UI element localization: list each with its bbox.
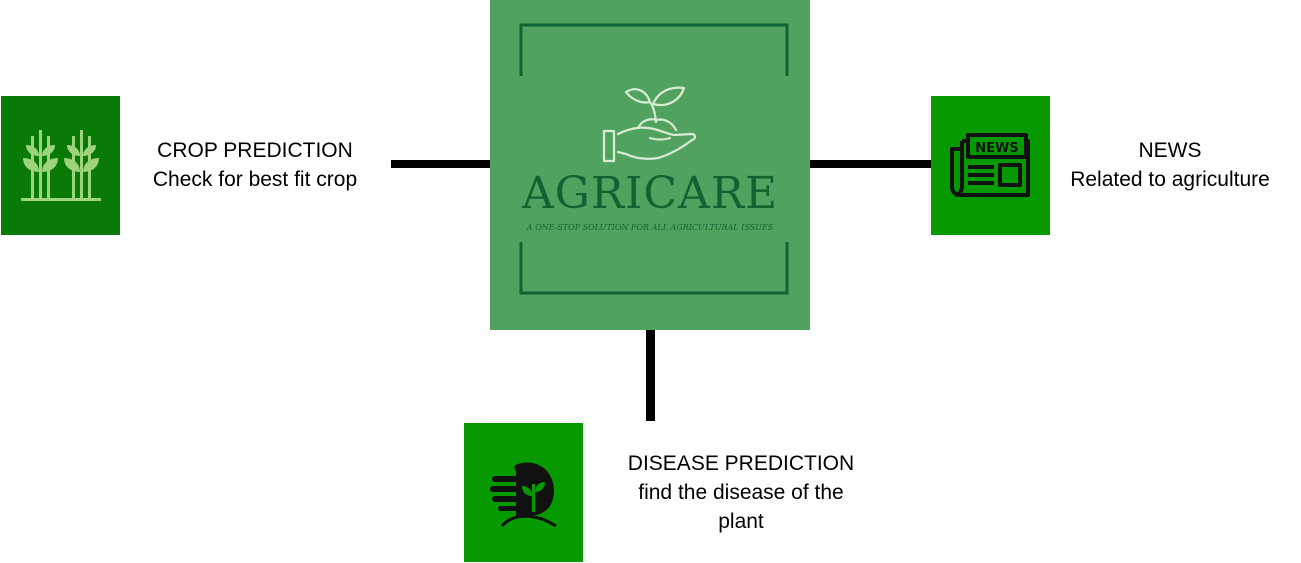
crop-prediction-text: CROP PREDICTION Check for best fit crop [120, 136, 390, 194]
news-tile[interactable]: NEWS [931, 96, 1050, 235]
disease-prediction-subtitle-line2: plant [718, 510, 764, 533]
crop-prediction-title: CROP PREDICTION [157, 139, 353, 162]
disease-prediction-tile[interactable] [464, 423, 583, 562]
newspaper-icon: NEWS [949, 132, 1030, 197]
news-subtitle: Related to agriculture [1070, 168, 1270, 191]
crop-prediction-tile[interactable] [1, 96, 120, 235]
svg-text:NEWS: NEWS [975, 141, 1018, 156]
disease-prediction-text: DISEASE PREDICTION find the disease of t… [600, 449, 882, 536]
news-title: NEWS [1138, 139, 1202, 162]
hand-plant-icon [489, 462, 557, 527]
disease-prediction-title: DISEASE PREDICTION [627, 452, 855, 475]
connector-crop-logo [391, 160, 490, 168]
connector-logo-news [810, 160, 931, 168]
logo-tagline: A ONE-STOP SOLUTION FOR ALL AGRICULTURAL… [526, 223, 774, 232]
news-text: NEWS Related to agriculture [1050, 136, 1290, 194]
disease-prediction-subtitle-line1: find the disease of the [638, 481, 844, 504]
logo-name: AGRICARE [521, 168, 779, 219]
agricare-logo: AGRICARE A ONE-STOP SOLUTION FOR ALL AGR… [490, 0, 810, 330]
crop-prediction-subtitle: Check for best fit crop [152, 168, 358, 191]
sprout-in-hand-icon [602, 86, 697, 163]
crop-plants-icon [20, 129, 101, 201]
connector-logo-disease [646, 330, 655, 421]
